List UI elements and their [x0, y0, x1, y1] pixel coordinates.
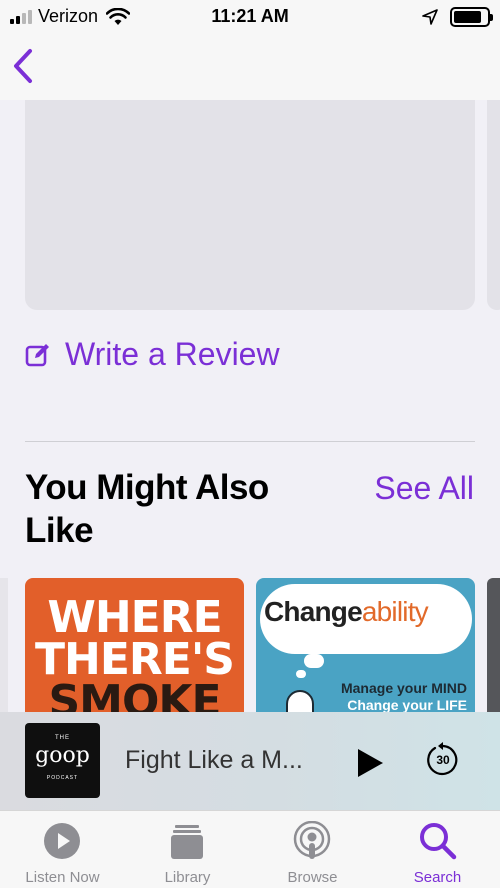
tab-label: Search [413, 869, 462, 886]
art-title-accent: ability [361, 596, 429, 627]
compose-icon [25, 343, 49, 366]
play-button[interactable] [352, 746, 386, 780]
cartoon-figure [286, 690, 314, 712]
now-playing-artwork: THE goop PODCAST [25, 723, 100, 798]
status-bar: Verizon 11:21 AM [0, 0, 500, 34]
art-text: SMOKE [48, 676, 221, 712]
tab-search[interactable]: Search [375, 811, 500, 888]
location-arrow-icon [422, 9, 438, 25]
section-title: You Might Also Like [25, 468, 269, 550]
status-right [422, 7, 493, 27]
skip-back-label: 30 [436, 753, 450, 767]
chevron-left-icon [14, 49, 32, 83]
search-icon [420, 823, 457, 860]
art-text: Manage your MIND [340, 680, 467, 696]
podcasts-icon [293, 821, 331, 859]
thought-cloud [296, 670, 306, 678]
library-icon [171, 825, 203, 859]
tab-listen-now[interactable]: Listen Now [0, 811, 125, 888]
art-text: Change your LIFE [347, 697, 467, 712]
tab-label: Listen Now [25, 869, 100, 886]
art-text: THE [55, 735, 70, 741]
section-divider [25, 441, 475, 442]
art-title-main: Change [264, 596, 363, 627]
play-icon [358, 749, 383, 777]
carousel-previous-item [0, 578, 8, 712]
mini-player[interactable]: THE goop PODCAST Fight Like a M... 30 [0, 712, 500, 810]
battery-level [454, 11, 482, 23]
review-card-next [487, 100, 500, 310]
art-text: PODCAST [46, 775, 79, 781]
now-playing-title[interactable]: Fight Like a M... [125, 746, 325, 775]
see-all-link[interactable]: See All [374, 470, 474, 507]
carousel-next-item[interactable] [487, 578, 500, 712]
art-title: Changeability [264, 596, 429, 628]
art-brand: goop [35, 743, 90, 768]
skip-back-button[interactable]: 30 [426, 742, 460, 778]
review-card [25, 100, 475, 310]
tab-browse[interactable]: Browse [250, 811, 375, 888]
podcast-artwork-changeability[interactable]: Changeability Manage your MIND Change yo… [256, 578, 475, 712]
thought-cloud [304, 654, 324, 668]
tab-library[interactable]: Library [125, 811, 250, 888]
navigation-bar [0, 34, 500, 100]
battery-icon [450, 7, 493, 27]
recommendations-carousel[interactable]: WHERE THERE'S SMOKE Changeability Manage… [0, 578, 500, 712]
play-circle-icon [44, 823, 80, 859]
podcast-artwork-where-theres-smoke[interactable]: WHERE THERE'S SMOKE [25, 578, 244, 712]
tab-label: Library [164, 869, 211, 886]
tab-label: Browse [287, 869, 338, 886]
back-button[interactable] [10, 48, 38, 84]
write-review-label: Write a Review [65, 336, 280, 372]
write-review-button[interactable]: Write a Review [25, 336, 280, 373]
tab-bar: Listen Now Library Browse Search [0, 810, 500, 888]
